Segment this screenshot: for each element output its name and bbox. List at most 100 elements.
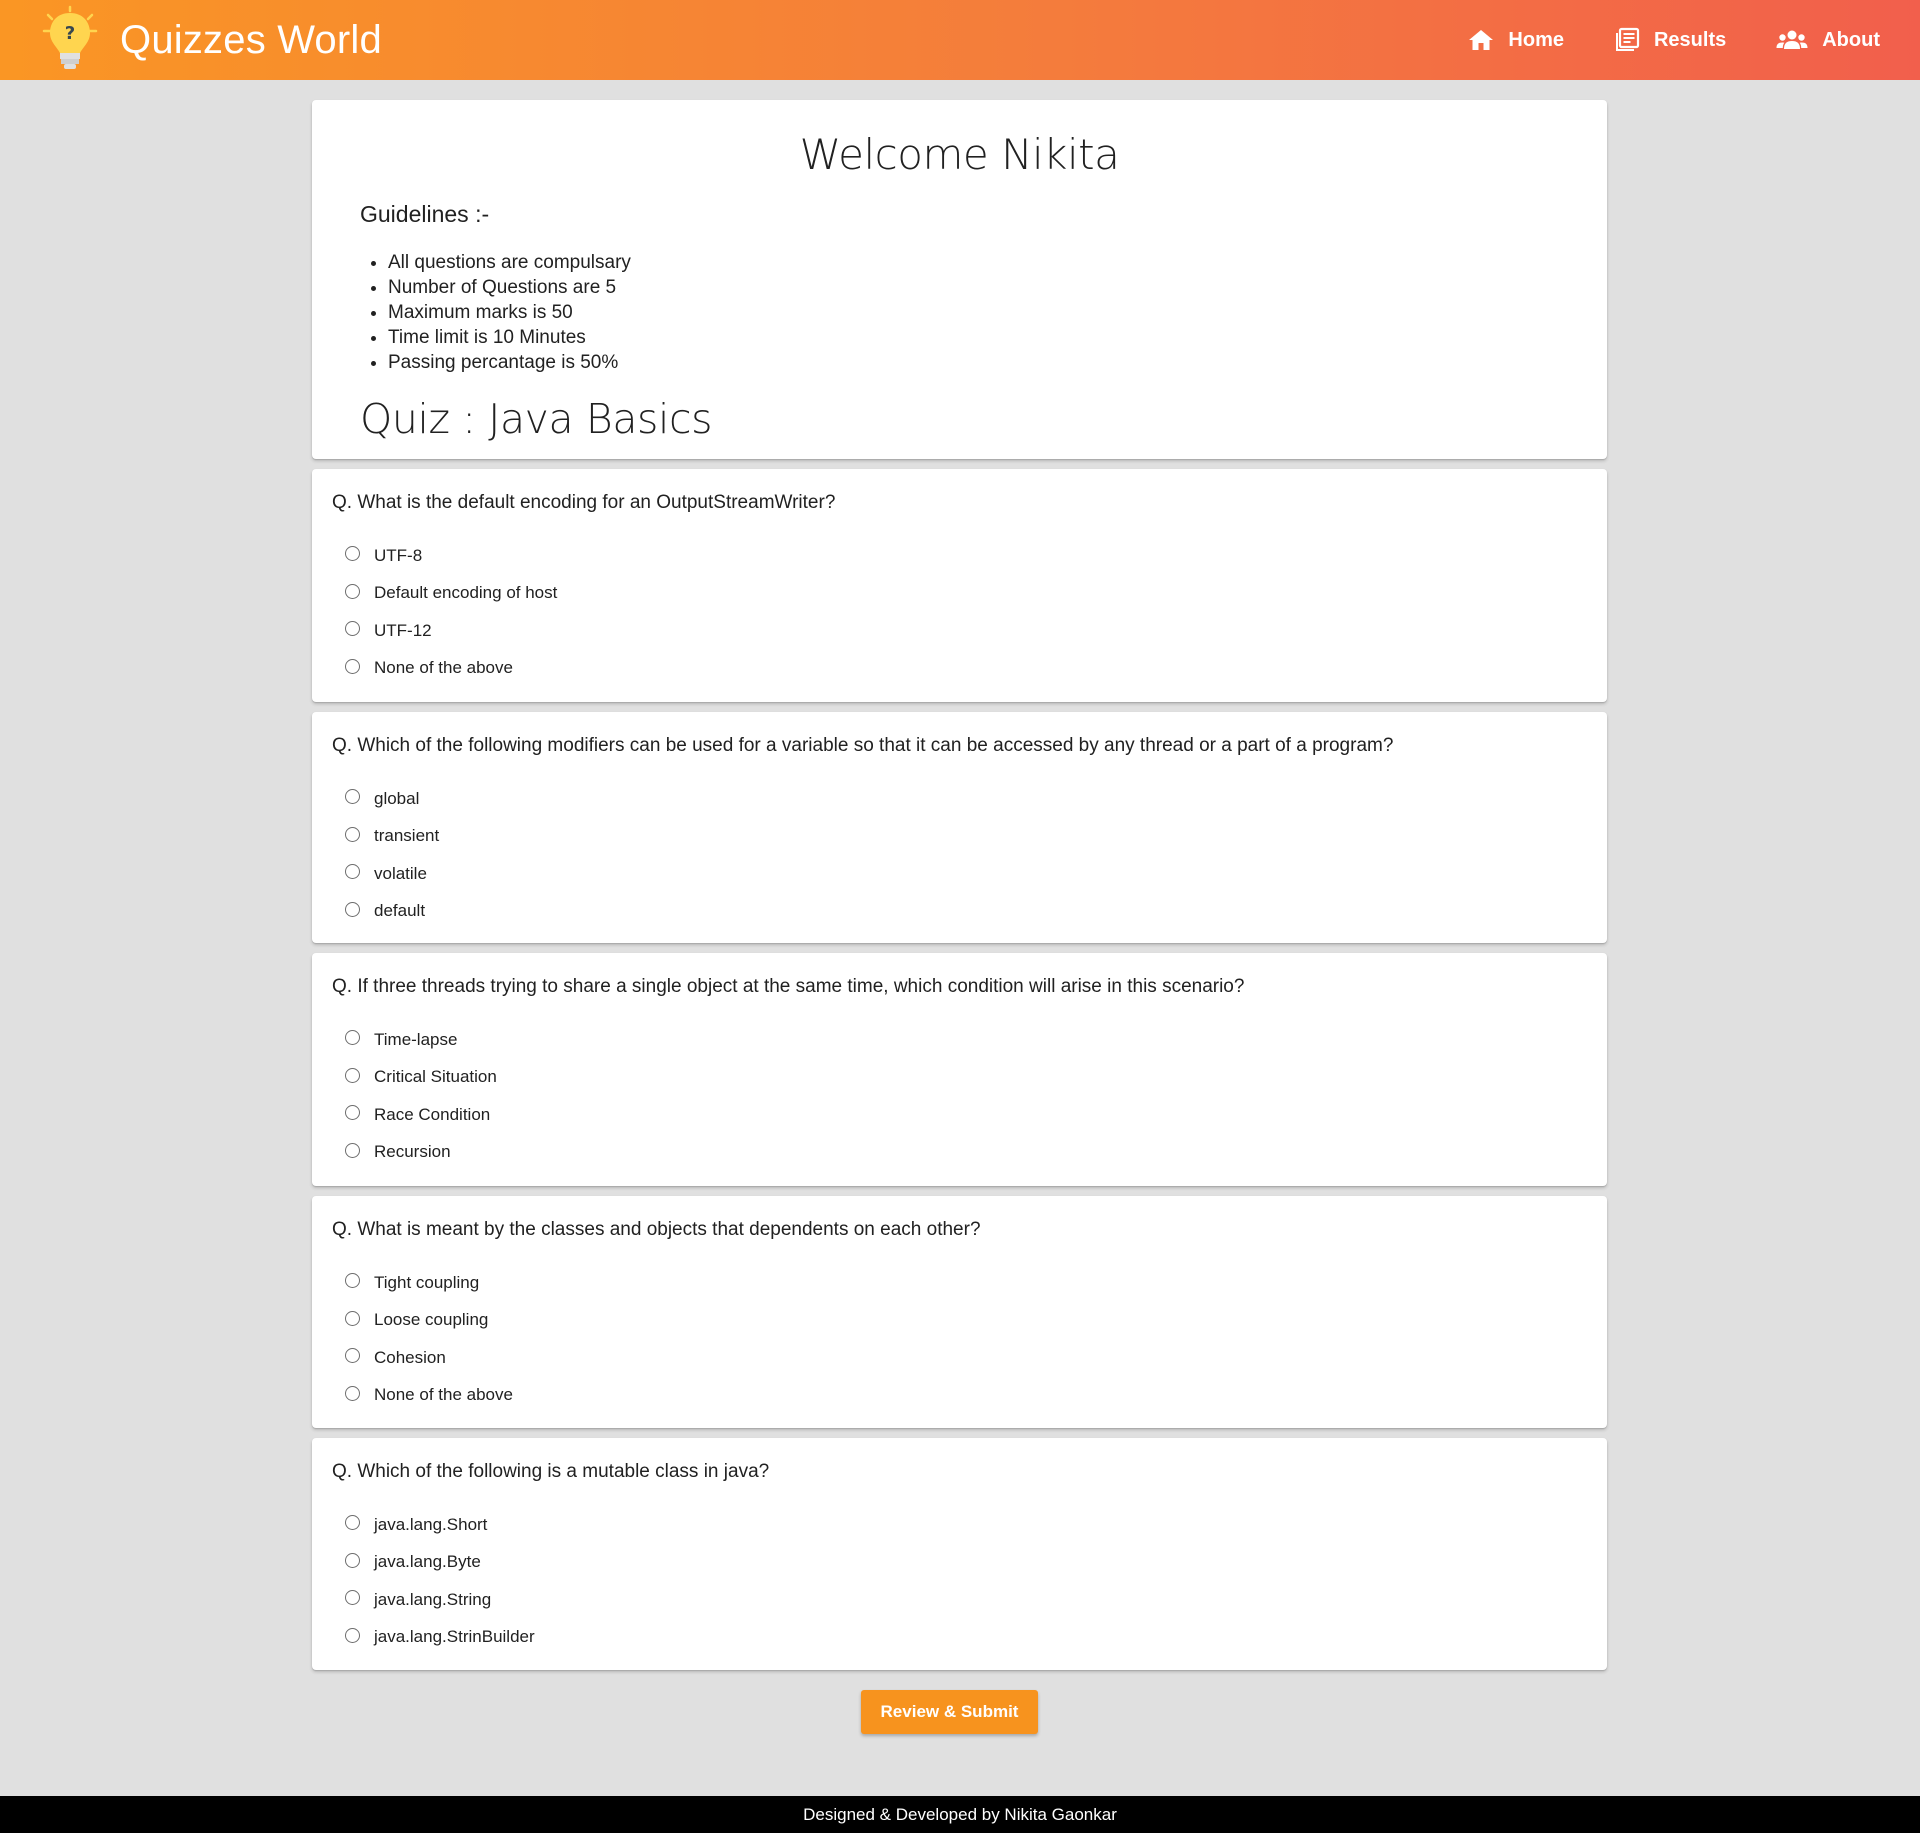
option-label: None of the above [374,1385,513,1405]
option-item[interactable]: default [332,893,1587,931]
nav-about-link[interactable]: About [1776,29,1880,52]
radio-button[interactable] [345,1627,360,1643]
question-card-2: Q. Which of the following modifiers can … [312,712,1607,943]
option-label: transient [374,826,440,846]
option-item[interactable]: transient [332,818,1587,856]
question-text: Q. What is the default encoding for an O… [332,492,836,513]
option-item[interactable]: volatile [332,855,1587,893]
option-label: java.lang.String [374,1589,492,1609]
radio-button[interactable] [345,1348,360,1364]
radio-button[interactable] [345,546,360,562]
option-item[interactable]: Critical Situation [332,1059,1587,1097]
options-group: java.lang.Short java.lang.Byte java.lang… [332,1506,1587,1656]
option-item[interactable]: None of the above [332,1377,1587,1415]
option-item[interactable]: java.lang.StrinBuilder [332,1619,1587,1657]
radio-button[interactable] [345,1590,360,1606]
option-item[interactable]: Loose coupling [332,1302,1587,1340]
guideline-item: Passing percantage is 50% [388,350,1559,375]
option-label: java.lang.Byte [374,1552,481,1572]
question-text: Q. If three threads trying to share a si… [332,976,1245,997]
option-label: Recursion [374,1142,451,1162]
people-icon [1776,30,1808,49]
radio-button[interactable] [345,1105,360,1121]
option-label: Tight coupling [374,1272,480,1292]
brand-title: Quizzes World [120,17,382,62]
nav-home-label: Home [1508,28,1564,51]
radio-button[interactable] [345,1273,360,1289]
option-label: Race Condition [374,1104,491,1124]
option-item[interactable]: UTF-12 [332,612,1587,650]
radio-button[interactable] [345,1552,360,1568]
question-card-4: Q. What is meant by the classes and obje… [312,1196,1607,1428]
option-label: java.lang.StrinBuilder [374,1627,535,1647]
welcome-title: Welcome Nikita [799,130,1120,179]
option-item[interactable]: Race Condition [332,1096,1587,1134]
radio-button[interactable] [345,1030,360,1046]
welcome-card: Welcome Nikita Guidelines :- All questio… [312,100,1607,459]
option-item[interactable]: UTF-8 [332,537,1587,575]
radio-button[interactable] [345,1142,360,1158]
nav-about-label: About [1822,28,1880,51]
radio-button[interactable] [345,826,360,842]
option-item[interactable]: Default encoding of host [332,575,1587,613]
options-group: global transient volatile default [332,780,1587,930]
guideline-item: All questions are compulsary [388,250,1559,275]
option-item[interactable]: Recursion [332,1134,1587,1172]
lightbulb-logo-icon: ? [38,5,102,75]
nav-menu: Home Results About [1418,0,1880,80]
option-label: Default encoding of host [374,583,558,603]
question-text: Q. Which of the following modifiers can … [332,735,1394,756]
home-icon [1469,30,1494,50]
options-group: Time-lapse Critical Situation Race Condi… [332,1021,1587,1171]
option-label: Critical Situation [374,1067,497,1087]
submit-area: Review & Submit [312,1690,1607,1734]
radio-button[interactable] [345,864,360,880]
option-item[interactable]: Time-lapse [332,1021,1587,1059]
nav-home-link[interactable]: Home [1468,28,1564,52]
radio-button[interactable] [345,658,360,674]
option-label: default [374,901,426,921]
top-navbar: ? Quizzes World Home Results About [0,0,1920,80]
radio-button[interactable] [345,789,360,805]
footer: Designed & Developed by Nikita Gaonkar [0,1796,1920,1833]
option-label: global [374,788,420,808]
guideline-item: Number of Questions are 5 [388,275,1559,300]
nav-results-link[interactable]: Results [1614,27,1726,53]
quiz-title: Quiz : Java Basics [360,395,713,443]
radio-button[interactable] [345,1515,360,1531]
option-label: java.lang.Short [374,1514,488,1534]
main-content: Welcome Nikita Guidelines :- All questio… [312,100,1607,1734]
option-item[interactable]: java.lang.Byte [332,1544,1587,1582]
option-label: UTF-12 [374,620,432,640]
option-item[interactable]: java.lang.Short [332,1506,1587,1544]
radio-button[interactable] [345,583,360,599]
radio-button[interactable] [345,1385,360,1401]
question-card-5: Q. Which of the following is a mutable c… [312,1438,1607,1670]
question-card-1: Q. What is the default encoding for an O… [312,469,1607,702]
option-label: volatile [374,863,427,883]
option-label: Time-lapse [374,1029,458,1049]
option-item[interactable]: Tight coupling [332,1264,1587,1302]
question-text: Q. What is meant by the classes and obje… [332,1219,981,1240]
results-icon [1615,27,1640,51]
guideline-item: Maximum marks is 50 [388,300,1559,325]
brand[interactable]: ? Quizzes World [38,5,382,75]
radio-button[interactable] [345,1067,360,1083]
nav-results-label: Results [1653,28,1727,51]
option-item[interactable]: Cohesion [332,1339,1587,1377]
option-label: Loose coupling [374,1310,489,1330]
question-text: Q. Which of the following is a mutable c… [332,1461,770,1482]
option-item[interactable]: None of the above [332,650,1587,688]
radio-button[interactable] [345,901,360,917]
question-card-3: Q. If three threads trying to share a si… [312,953,1607,1186]
options-group: UTF-8 Default encoding of host UTF-12 No… [332,537,1587,687]
radio-button[interactable] [345,621,360,637]
options-group: Tight coupling Loose coupling Cohesion N… [332,1264,1587,1414]
option-label: UTF-8 [374,545,423,565]
svg-text:?: ? [65,23,75,44]
option-item[interactable]: java.lang.String [332,1581,1587,1619]
guidelines-heading: Guidelines :- [360,201,490,227]
option-item[interactable]: global [332,780,1587,818]
review-submit-button[interactable]: Review & Submit [860,1690,1039,1734]
radio-button[interactable] [345,1310,360,1326]
